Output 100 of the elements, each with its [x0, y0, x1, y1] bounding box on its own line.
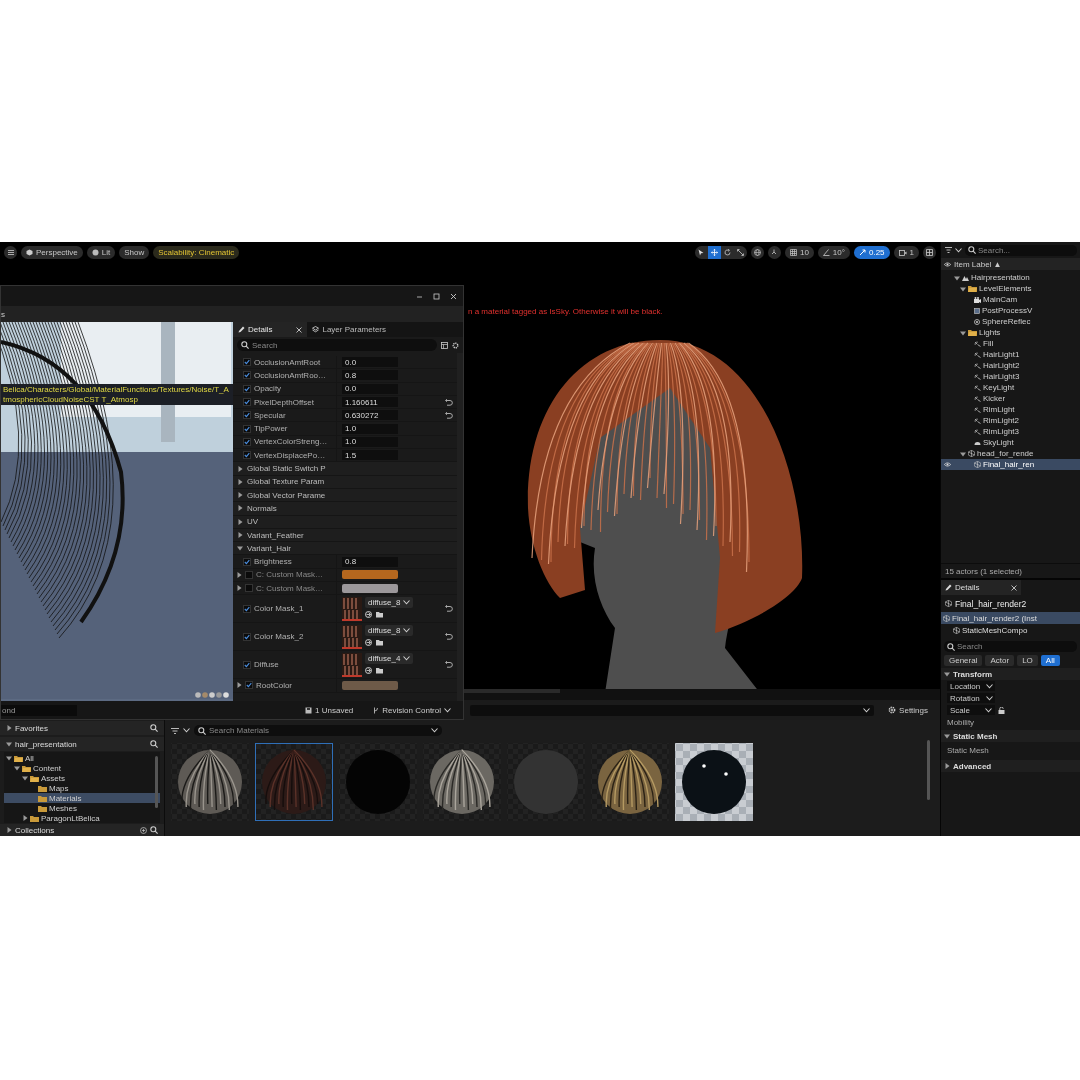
- checkbox[interactable]: [243, 632, 251, 641]
- outliner-item[interactable]: head_for_rende: [941, 448, 1080, 459]
- section-header[interactable]: Static Mesh: [941, 730, 1080, 742]
- folder-item[interactable]: ParagonLtBelica: [4, 813, 160, 823]
- material-thumbnail[interactable]: [507, 743, 585, 821]
- component-item[interactable]: StaticMeshCompo: [941, 624, 1080, 636]
- outliner-item[interactable]: HairLight3: [941, 371, 1080, 382]
- texture-dropdown[interactable]: diffuse_8: [365, 596, 414, 608]
- snap-toggle-button[interactable]: 10: [784, 246, 814, 259]
- section-header[interactable]: Transform: [941, 668, 1080, 680]
- close-button[interactable]: [450, 292, 457, 300]
- section-header[interactable]: Advanced: [941, 760, 1080, 772]
- color-swatch[interactable]: [342, 570, 398, 580]
- viewport-menu-button[interactable]: Show: [119, 246, 150, 259]
- search-field[interactable]: Search Materials: [194, 725, 442, 736]
- outliner-item[interactable]: Kicker: [941, 393, 1080, 404]
- texture-dropdown[interactable]: diffuse_4: [365, 652, 414, 664]
- checkbox[interactable]: [245, 570, 253, 579]
- category-header[interactable]: Global Static Switch P: [233, 462, 457, 476]
- path-field[interactable]: [470, 704, 875, 716]
- search-field[interactable]: Search...: [965, 244, 1077, 256]
- material-thumbnail[interactable]: [255, 743, 333, 821]
- value-field[interactable]: 1.0: [342, 423, 398, 434]
- value-field[interactable]: 0.8: [342, 370, 398, 381]
- outliner-item[interactable]: HairLight1: [941, 349, 1080, 360]
- folder-item[interactable]: Content: [4, 763, 160, 773]
- checkbox[interactable]: [243, 398, 251, 407]
- viewport-menu-button[interactable]: Lit: [86, 246, 116, 259]
- texture-dropdown[interactable]: diffuse_8: [365, 624, 414, 636]
- outliner-item[interactable]: MainCam: [941, 294, 1080, 305]
- filter-button[interactable]: All: [1040, 655, 1060, 666]
- settings-button[interactable]: Settings: [882, 704, 934, 716]
- value-field[interactable]: 1.5: [342, 450, 398, 461]
- material-thumbnail[interactable]: [423, 743, 501, 821]
- material-thumbnail[interactable]: [591, 743, 669, 821]
- filter-button[interactable]: LO: [1017, 655, 1038, 666]
- outliner-item[interactable]: LevelElements: [941, 283, 1080, 294]
- value-field[interactable]: 1.0: [342, 436, 398, 447]
- outliner-item[interactable]: RimLight: [941, 404, 1080, 415]
- revision-control-button[interactable]: Revision Control: [367, 704, 457, 716]
- color-swatch[interactable]: [342, 681, 398, 690]
- outliner-item[interactable]: SkyLight: [941, 437, 1080, 448]
- unsaved-button[interactable]: 1 Unsaved: [299, 704, 360, 716]
- value-field[interactable]: 0.630272: [342, 410, 398, 421]
- search-field[interactable]: ond: [1, 704, 77, 716]
- search-field[interactable]: Search: [944, 641, 1077, 652]
- material-thumbnail[interactable]: [171, 743, 249, 821]
- filter-button[interactable]: Actor: [985, 655, 1015, 666]
- checkbox[interactable]: [245, 584, 253, 593]
- search-field[interactable]: Search: [237, 339, 437, 351]
- folder-item[interactable]: Maps: [4, 783, 160, 793]
- outliner-item[interactable]: Lights: [941, 327, 1080, 338]
- value-field[interactable]: 1.160611: [342, 397, 398, 408]
- viewport-menu-button[interactable]: Scalability: Cinematic: [153, 246, 240, 259]
- outliner-item[interactable]: RimLight2: [941, 415, 1080, 426]
- color-swatch[interactable]: [342, 583, 398, 593]
- material-thumbnail[interactable]: [675, 743, 753, 821]
- outliner-item[interactable]: Fill: [941, 338, 1080, 349]
- filter-button[interactable]: General: [944, 655, 983, 666]
- checkbox[interactable]: [243, 557, 251, 566]
- outliner-item[interactable]: PostProcessV: [941, 305, 1080, 316]
- panel-tab[interactable]: Details: [233, 322, 308, 337]
- tab-label[interactable]: s: [1, 309, 5, 319]
- checkbox[interactable]: [243, 358, 251, 367]
- checkbox[interactable]: [243, 424, 251, 433]
- category-header[interactable]: Variant_Hair: [233, 542, 457, 556]
- value-field[interactable]: 0.0: [342, 357, 398, 368]
- checkbox[interactable]: [243, 384, 251, 393]
- component-item[interactable]: Final_hair_render2 (Inst: [941, 612, 1080, 624]
- checkbox[interactable]: [243, 604, 251, 613]
- maximize-button[interactable]: [433, 292, 440, 300]
- viewport-menu-button[interactable]: Perspective: [21, 246, 83, 259]
- snap-toggle-button[interactable]: 1: [893, 246, 919, 259]
- checkbox[interactable]: [243, 411, 251, 420]
- snap-toggle-button[interactable]: 10°: [817, 246, 850, 259]
- category-header[interactable]: Normals: [233, 502, 457, 516]
- outliner-item[interactable]: Final_hair_ren: [941, 459, 1080, 470]
- panel-tab[interactable]: Details: [941, 580, 1021, 595]
- material-thumbnail[interactable]: [339, 743, 417, 821]
- folder-item[interactable]: Assets: [4, 773, 160, 783]
- checkbox[interactable]: [243, 371, 251, 380]
- snap-toggle-button[interactable]: 0.25: [853, 246, 890, 259]
- folder-item[interactable]: Meshes: [4, 803, 160, 813]
- value-field[interactable]: 0.8: [342, 556, 398, 567]
- outliner-item[interactable]: RimLight3: [941, 426, 1080, 437]
- checkbox[interactable]: [243, 437, 251, 446]
- source-section-header[interactable]: Favorites: [6, 723, 48, 733]
- transform-tool-button[interactable]: [707, 246, 721, 259]
- folder-item[interactable]: All: [4, 753, 160, 763]
- panel-tab[interactable]: Layer Parameters: [307, 322, 392, 337]
- transform-dropdown[interactable]: Scale: [947, 705, 995, 715]
- transform-dropdown[interactable]: Rotation: [947, 693, 995, 703]
- value-field[interactable]: 0.0: [342, 383, 398, 394]
- outliner-item[interactable]: KeyLight: [941, 382, 1080, 393]
- checkbox[interactable]: [245, 681, 253, 690]
- outliner-item[interactable]: HairLight2: [941, 360, 1080, 371]
- checkbox[interactable]: [243, 660, 251, 669]
- outliner-item[interactable]: SphereReflec: [941, 316, 1080, 327]
- transform-dropdown[interactable]: Location: [947, 681, 995, 691]
- outliner-item[interactable]: Hairpresentation: [941, 272, 1080, 283]
